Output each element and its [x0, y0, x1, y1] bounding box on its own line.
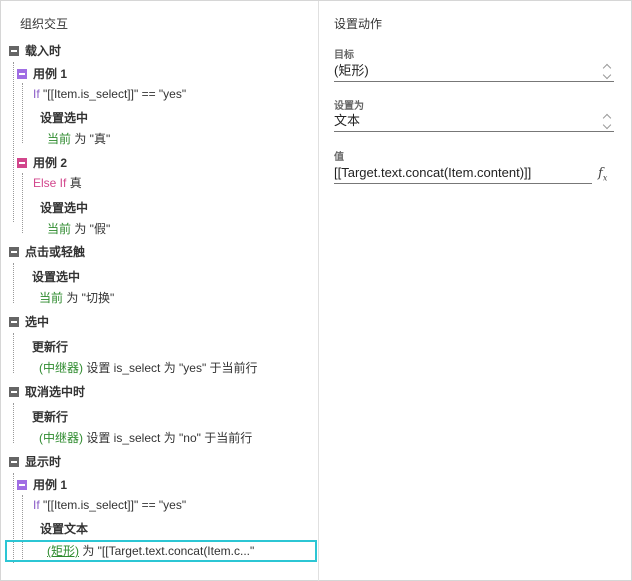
interactions-dialog: 组织交互 载入时 用例 1 If "[[Item.is_select]]" ==… [0, 0, 632, 581]
collapse-icon[interactable] [17, 480, 27, 490]
action-settings-panel: 设置动作 目标 (矩形) 设置为 文本 值 [[Target.text.conc… [320, 1, 632, 581]
collapse-icon[interactable] [9, 317, 19, 327]
chevron-updown-icon [604, 63, 612, 79]
tree-guide [22, 173, 23, 233]
fx-icon[interactable]: fx [598, 166, 607, 183]
target-select[interactable]: (矩形) [334, 62, 614, 82]
tree-guide [22, 83, 23, 143]
collapse-icon[interactable] [9, 387, 19, 397]
collapse-icon[interactable] [17, 69, 27, 79]
target-label: 目标 [334, 50, 354, 61]
value-input[interactable]: [[Target.text.concat(Item.content)]] [334, 164, 592, 184]
chevron-updown-icon [604, 113, 612, 129]
tree-guide [13, 263, 14, 303]
interactions-panel: 组织交互 载入时 用例 1 If "[[Item.is_select]]" ==… [1, 1, 319, 581]
collapse-icon[interactable] [9, 457, 19, 467]
collapse-icon[interactable] [17, 158, 27, 168]
collapse-icon[interactable] [9, 46, 19, 56]
tree-guide [13, 403, 14, 443]
set-as-label: 设置为 [334, 101, 364, 112]
panel-title: 组织交互 [20, 17, 69, 31]
panel-title: 设置动作 [334, 17, 383, 31]
set-as-select[interactable]: 文本 [334, 112, 614, 132]
tree-guide [13, 333, 14, 373]
tree-guide [13, 62, 14, 222]
collapse-icon[interactable] [9, 247, 19, 257]
value-label: 值 [334, 152, 344, 163]
